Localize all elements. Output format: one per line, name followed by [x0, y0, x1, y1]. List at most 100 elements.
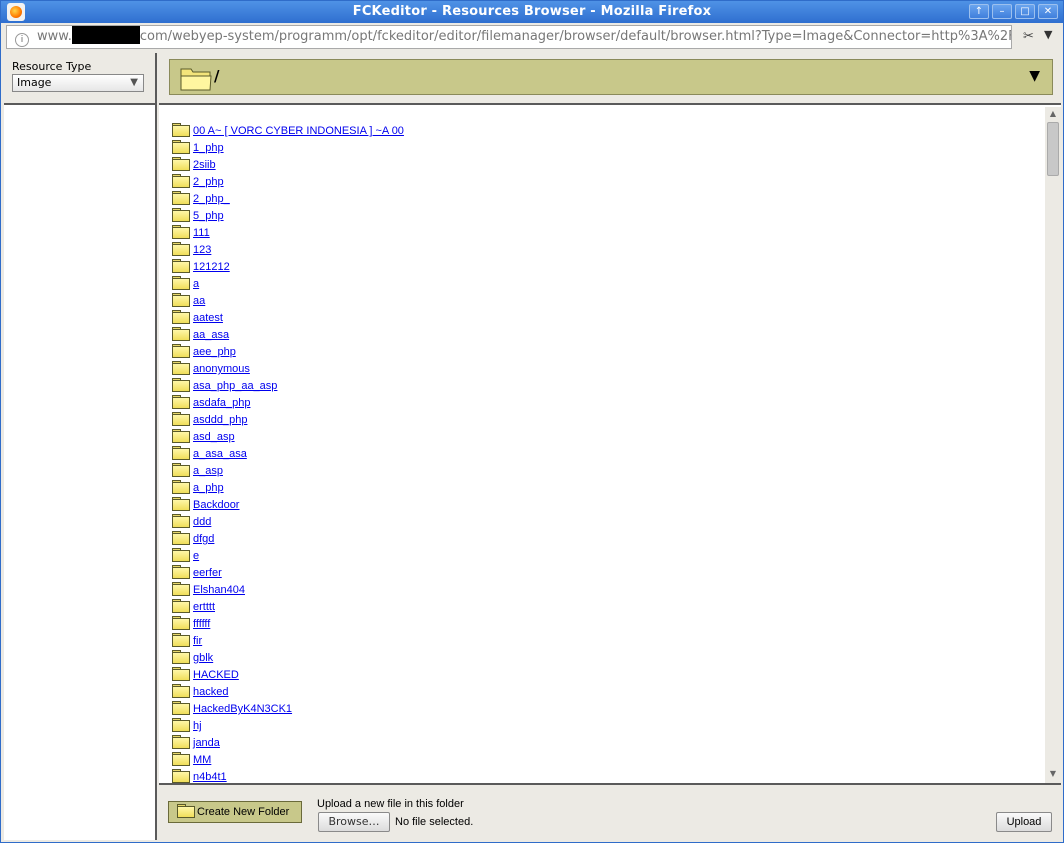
maximize-button[interactable]: □: [1015, 4, 1035, 19]
folder-icon[interactable]: [172, 718, 190, 732]
folder-icon[interactable]: [172, 480, 190, 494]
folder-icon[interactable]: [172, 633, 190, 647]
folder-row: gblk: [172, 646, 1043, 664]
folder-icon[interactable]: [172, 395, 190, 409]
folder-icon: [180, 68, 212, 91]
folder-icon[interactable]: [172, 242, 190, 256]
minimize-button[interactable]: –: [992, 4, 1012, 19]
folder-icon[interactable]: [172, 531, 190, 545]
folder-icon[interactable]: [172, 446, 190, 460]
scroll-thumb[interactable]: [1047, 122, 1059, 176]
folder-row: Elshan404: [172, 578, 1043, 596]
folder-icon[interactable]: [172, 378, 190, 392]
folder-icon[interactable]: [172, 157, 190, 171]
folder-list: 00 A~ [ VORC CYBER INDONESIA ] ~A 00 1_ph…: [159, 107, 1043, 783]
folder-row: 2_php_: [172, 187, 1043, 205]
folder-icon[interactable]: [172, 327, 190, 341]
folder-row: hj: [172, 714, 1043, 732]
folder-icon[interactable]: [172, 344, 190, 358]
folder-row: aatest: [172, 306, 1043, 324]
folder-icon[interactable]: [172, 225, 190, 239]
folder-row: a_asp: [172, 459, 1043, 477]
folder-row: 2_php: [172, 170, 1043, 188]
addon-icon[interactable]: ✂: [1023, 29, 1034, 44]
folder-link[interactable]: HackedByK4N3CK1: [193, 703, 292, 715]
folder-row: e: [172, 544, 1043, 562]
folder-icon[interactable]: [172, 174, 190, 188]
folder-row: aa: [172, 289, 1043, 307]
folder-row: a: [172, 272, 1043, 290]
folder-icon[interactable]: [172, 123, 190, 137]
folder-icon[interactable]: [172, 684, 190, 698]
left-panel: Resource Type Image ▼: [4, 53, 157, 840]
resource-type-select[interactable]: Image ▼: [12, 74, 144, 92]
caret-down-icon[interactable]: ▼: [1029, 68, 1040, 84]
scroll-down-icon[interactable]: ▼: [1045, 769, 1061, 781]
folder-icon[interactable]: [172, 293, 190, 307]
folder-icon[interactable]: [172, 769, 190, 783]
upload-label: Upload a new file in this folder: [317, 798, 464, 810]
url-bar[interactable]: i www. com/webyep-system/programm/opt/fcke…: [6, 25, 1012, 49]
folder-row: ertttt: [172, 595, 1043, 613]
folder-icon[interactable]: [172, 735, 190, 749]
folder-link[interactable]: n4b4t1: [193, 771, 227, 783]
chevron-down-icon: ▼: [130, 77, 138, 88]
folder-icon[interactable]: [172, 497, 190, 511]
title-bar: FCKeditor - Resources Browser - Mozilla …: [1, 1, 1063, 23]
folder-icon[interactable]: [172, 412, 190, 426]
folder-icon[interactable]: [172, 208, 190, 222]
folder-icon[interactable]: [172, 667, 190, 681]
folder-row: hacked: [172, 680, 1043, 698]
folder-icon[interactable]: [172, 276, 190, 290]
folder-icon[interactable]: [172, 361, 190, 375]
folder-icon[interactable]: [172, 514, 190, 528]
folder-icon[interactable]: [172, 259, 190, 273]
resource-type-label: Resource Type: [12, 60, 92, 73]
folder-link[interactable]: 00 A~ [ VORC CYBER INDONESIA ] ~A 00: [193, 125, 404, 137]
folder-row: a_php: [172, 476, 1043, 494]
scrollbar[interactable]: ▲ ▼: [1045, 107, 1061, 783]
folder-row: HACKED: [172, 663, 1043, 681]
close-button[interactable]: ✕: [1038, 4, 1058, 19]
folder-icon[interactable]: [172, 191, 190, 205]
folder-icon[interactable]: [172, 616, 190, 630]
folder-icon[interactable]: [172, 565, 190, 579]
folder-icon[interactable]: [172, 599, 190, 613]
folder-icon[interactable]: [172, 310, 190, 324]
folder-row: janda: [172, 731, 1043, 749]
upload-button[interactable]: Upload: [996, 812, 1052, 832]
create-folder-label: Create New Folder: [197, 806, 290, 818]
path-bar: / ▼: [169, 59, 1053, 95]
folder-icon[interactable]: [172, 429, 190, 443]
create-folder-button[interactable]: Create New Folder: [168, 801, 302, 823]
folder-row: 5_php: [172, 204, 1043, 222]
folder-icon[interactable]: [172, 650, 190, 664]
folder-row: 00 A~ [ VORC CYBER INDONESIA ] ~A 00: [172, 119, 1043, 137]
url-dropdown-icon[interactable]: ▼: [1044, 28, 1052, 41]
resources-browser: Resource Type Image ▼ / ▼ 00 A~ [ VORC C…: [4, 53, 1061, 840]
folder-row: 2siib: [172, 153, 1043, 171]
scroll-up-icon[interactable]: ▲: [1045, 109, 1061, 121]
folder-row: anonymous: [172, 357, 1043, 375]
folder-icon[interactable]: [172, 548, 190, 562]
url-path: com/webyep-system/programm/opt/fckeditor…: [139, 29, 1012, 44]
info-icon[interactable]: i: [15, 33, 29, 47]
folder-row: dfgd: [172, 527, 1043, 545]
folder-icon[interactable]: [172, 582, 190, 596]
folder-icon[interactable]: [172, 140, 190, 154]
folder-row: HackedByK4N3CK1: [172, 697, 1043, 715]
folder-icon[interactable]: [172, 701, 190, 715]
folder-row: ffffff: [172, 612, 1043, 630]
folder-row: aa_asa: [172, 323, 1043, 341]
folder-row: a_asa_asa: [172, 442, 1043, 460]
folder-row: ddd: [172, 510, 1043, 528]
folder-row: n4b4t1: [172, 765, 1043, 783]
folder-icon[interactable]: [172, 463, 190, 477]
folder-icon[interactable]: [172, 752, 190, 766]
pin-window-button[interactable]: ↑: [969, 4, 989, 19]
folder-row: 111: [172, 221, 1043, 239]
folder-row: Backdoor: [172, 493, 1043, 511]
browse-button[interactable]: Browse…: [318, 812, 390, 832]
resource-type-panel: Resource Type Image ▼: [4, 53, 155, 105]
window-title: FCKeditor - Resources Browser - Mozilla …: [352, 4, 712, 19]
